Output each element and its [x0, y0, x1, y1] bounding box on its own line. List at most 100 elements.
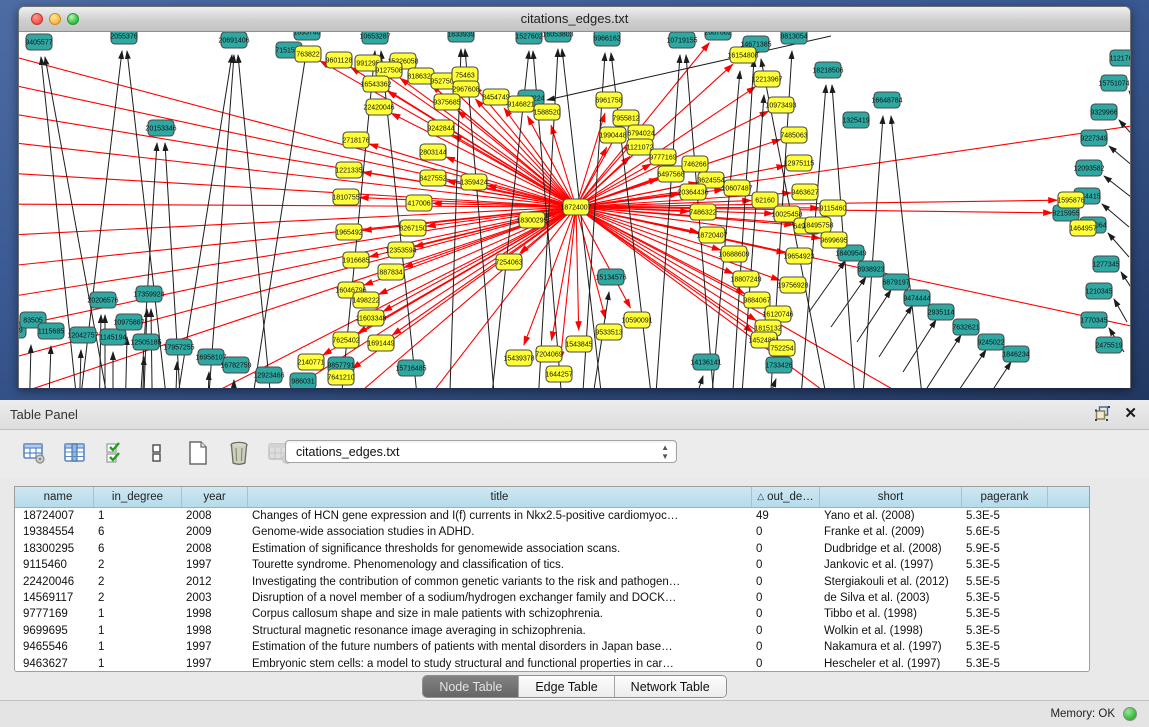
- graph-node[interactable]: 9601128: [326, 52, 353, 68]
- graph-node[interactable]: 7632621: [952, 319, 979, 335]
- graph-node[interactable]: 1121763: [1110, 50, 1130, 66]
- table-settings-icon[interactable]: [20, 438, 48, 468]
- table-row[interactable]: 1830029562008Estimation of significance …: [15, 541, 1089, 557]
- graph-node[interactable]: 18300295: [516, 212, 547, 228]
- graph-node[interactable]: 20364436: [677, 184, 708, 200]
- graph-node[interactable]: 10719155: [666, 32, 697, 48]
- close-panel-icon[interactable]: ✕: [1124, 407, 1137, 421]
- graph-node[interactable]: 18807249: [730, 271, 761, 287]
- graph-node[interactable]: 1691449: [367, 335, 394, 351]
- graph-node[interactable]: 9227349: [1080, 130, 1107, 146]
- select-columns-icon[interactable]: [61, 438, 89, 468]
- graph-node[interactable]: 1464957: [1069, 220, 1096, 236]
- graph-node[interactable]: 17957255: [163, 339, 194, 355]
- graph-node[interactable]: 17359924: [133, 286, 164, 302]
- graph-node[interactable]: 1846234: [1002, 346, 1029, 362]
- graph-node[interactable]: 9474444: [903, 290, 930, 306]
- graph-node[interactable]: 9245022: [977, 334, 1004, 350]
- graph-node[interactable]: 20153346: [145, 120, 176, 136]
- graph-node[interactable]: 2140771: [297, 354, 324, 370]
- graph-node[interactable]: 6966162: [593, 32, 620, 46]
- graph-node[interactable]: 8454749: [482, 89, 509, 105]
- graph-node[interactable]: 19756928: [777, 277, 808, 293]
- graph-node[interactable]: 7625402: [332, 332, 359, 348]
- graph-node[interactable]: 1543845: [565, 336, 592, 352]
- graph-node[interactable]: 1527602: [515, 32, 542, 44]
- create-table-icon[interactable]: [184, 438, 212, 468]
- graph-node[interactable]: 10607487: [721, 180, 752, 196]
- graph-node[interactable]: 2935114: [928, 304, 955, 320]
- graph-node[interactable]: 1916685: [342, 252, 369, 268]
- graph-node[interactable]: 7485063: [780, 127, 807, 143]
- graph-node[interactable]: 1325419: [842, 112, 869, 128]
- column-header-title[interactable]: title: [248, 487, 752, 507]
- graph-node[interactable]: 9146821: [507, 96, 534, 112]
- tab-node-table[interactable]: Node Table: [423, 676, 519, 697]
- graph-node[interactable]: 9463627: [791, 184, 818, 200]
- graph-node[interactable]: 417006: [406, 195, 432, 211]
- graph-node[interactable]: 9777169: [649, 149, 676, 165]
- graph-node[interactable]: 16543362: [360, 76, 391, 92]
- table-row[interactable]: 1456911722003Disruption of a novel membe…: [15, 590, 1089, 606]
- float-window-icon[interactable]: [1095, 406, 1110, 421]
- graph-node[interactable]: 1121072: [627, 139, 654, 155]
- graph-node[interactable]: 2687682: [704, 32, 731, 40]
- graph-node[interactable]: 1644257: [545, 366, 572, 382]
- table-row[interactable]: 977716911998Corpus callosum shape and si…: [15, 606, 1089, 622]
- graph-node[interactable]: 9405577: [25, 34, 52, 50]
- graph-node[interactable]: 18724007: [560, 199, 591, 215]
- graph-node[interactable]: 12975115: [784, 155, 815, 171]
- table-row[interactable]: 946362711997Embryonic stem cells: a mode…: [15, 656, 1089, 672]
- graph-node[interactable]: 2718176: [342, 132, 369, 148]
- graph-node[interactable]: 8427552: [419, 170, 446, 186]
- graph-node[interactable]: 8813054: [780, 32, 807, 44]
- graph-node[interactable]: 10975887: [113, 314, 144, 330]
- graph-node[interactable]: 6497568: [657, 166, 684, 182]
- graph-node[interactable]: 7955812: [612, 110, 639, 126]
- column-header-year[interactable]: year: [182, 487, 248, 507]
- graph-node[interactable]: 1210345: [1085, 283, 1112, 299]
- graph-node[interactable]: 20206576: [87, 292, 118, 308]
- graph-node[interactable]: 752254: [769, 340, 795, 356]
- graph-node[interactable]: 1595876: [1057, 192, 1084, 208]
- graph-node[interactable]: 22420046: [363, 99, 394, 115]
- graph-node[interactable]: 8267150: [399, 220, 426, 236]
- network-window-titlebar[interactable]: citations_edges.txt: [19, 7, 1130, 32]
- graph-node[interactable]: 19654923: [783, 248, 814, 264]
- graph-node[interactable]: 20691406: [218, 32, 249, 48]
- graph-node[interactable]: 7486322: [689, 204, 716, 220]
- graph-node[interactable]: 1893746: [293, 32, 320, 40]
- graph-node[interactable]: 1498222: [352, 292, 379, 308]
- graph-node[interactable]: 986031: [290, 373, 316, 388]
- graph-node[interactable]: 18495758: [802, 217, 833, 233]
- graph-node[interactable]: 9533513: [595, 324, 622, 340]
- table-row[interactable]: 1938455462009Genome-wide association stu…: [15, 524, 1089, 540]
- tab-edge-table[interactable]: Edge Table: [519, 676, 614, 697]
- select-rows-icon[interactable]: [102, 438, 130, 468]
- table-row[interactable]: 1872400712008Changes of HCN gene express…: [15, 508, 1089, 524]
- graph-node[interactable]: 14136141: [690, 354, 721, 370]
- graph-node[interactable]: 9699695: [820, 232, 847, 248]
- graph-node[interactable]: 746266: [682, 156, 708, 172]
- column-header-out_de[interactable]: △out_de…: [752, 487, 820, 507]
- graph-node[interactable]: 1990448: [599, 127, 626, 143]
- graph-node[interactable]: 12093582: [1073, 160, 1104, 176]
- column-header-short[interactable]: short: [820, 487, 962, 507]
- table-row[interactable]: 969969511998Structural magnetic resonanc…: [15, 623, 1089, 639]
- graph-node[interactable]: 1221335: [335, 162, 362, 178]
- column-header-name[interactable]: name: [15, 487, 94, 507]
- graph-node[interactable]: 887834: [378, 264, 404, 280]
- graph-node[interactable]: 16648784: [871, 92, 902, 108]
- graph-node[interactable]: 6961758: [595, 92, 622, 108]
- graph-node[interactable]: 12042757: [67, 327, 98, 343]
- graph-node[interactable]: 6879197: [882, 274, 909, 290]
- graph-node[interactable]: 16053803: [542, 32, 573, 42]
- graph-node[interactable]: 9115460: [820, 200, 847, 216]
- graph-node[interactable]: 12923466: [253, 367, 284, 383]
- table-row[interactable]: 946554611997Estimation of the future num…: [15, 639, 1089, 655]
- graph-node[interactable]: 11603348: [356, 310, 387, 326]
- graph-node[interactable]: 18218506: [812, 62, 843, 78]
- table-selector-dropdown[interactable]: citations_edges.txt ▲▼: [285, 440, 677, 463]
- graph-node[interactable]: 10653287: [359, 32, 390, 44]
- column-header-in_degree[interactable]: in_degree: [94, 487, 182, 507]
